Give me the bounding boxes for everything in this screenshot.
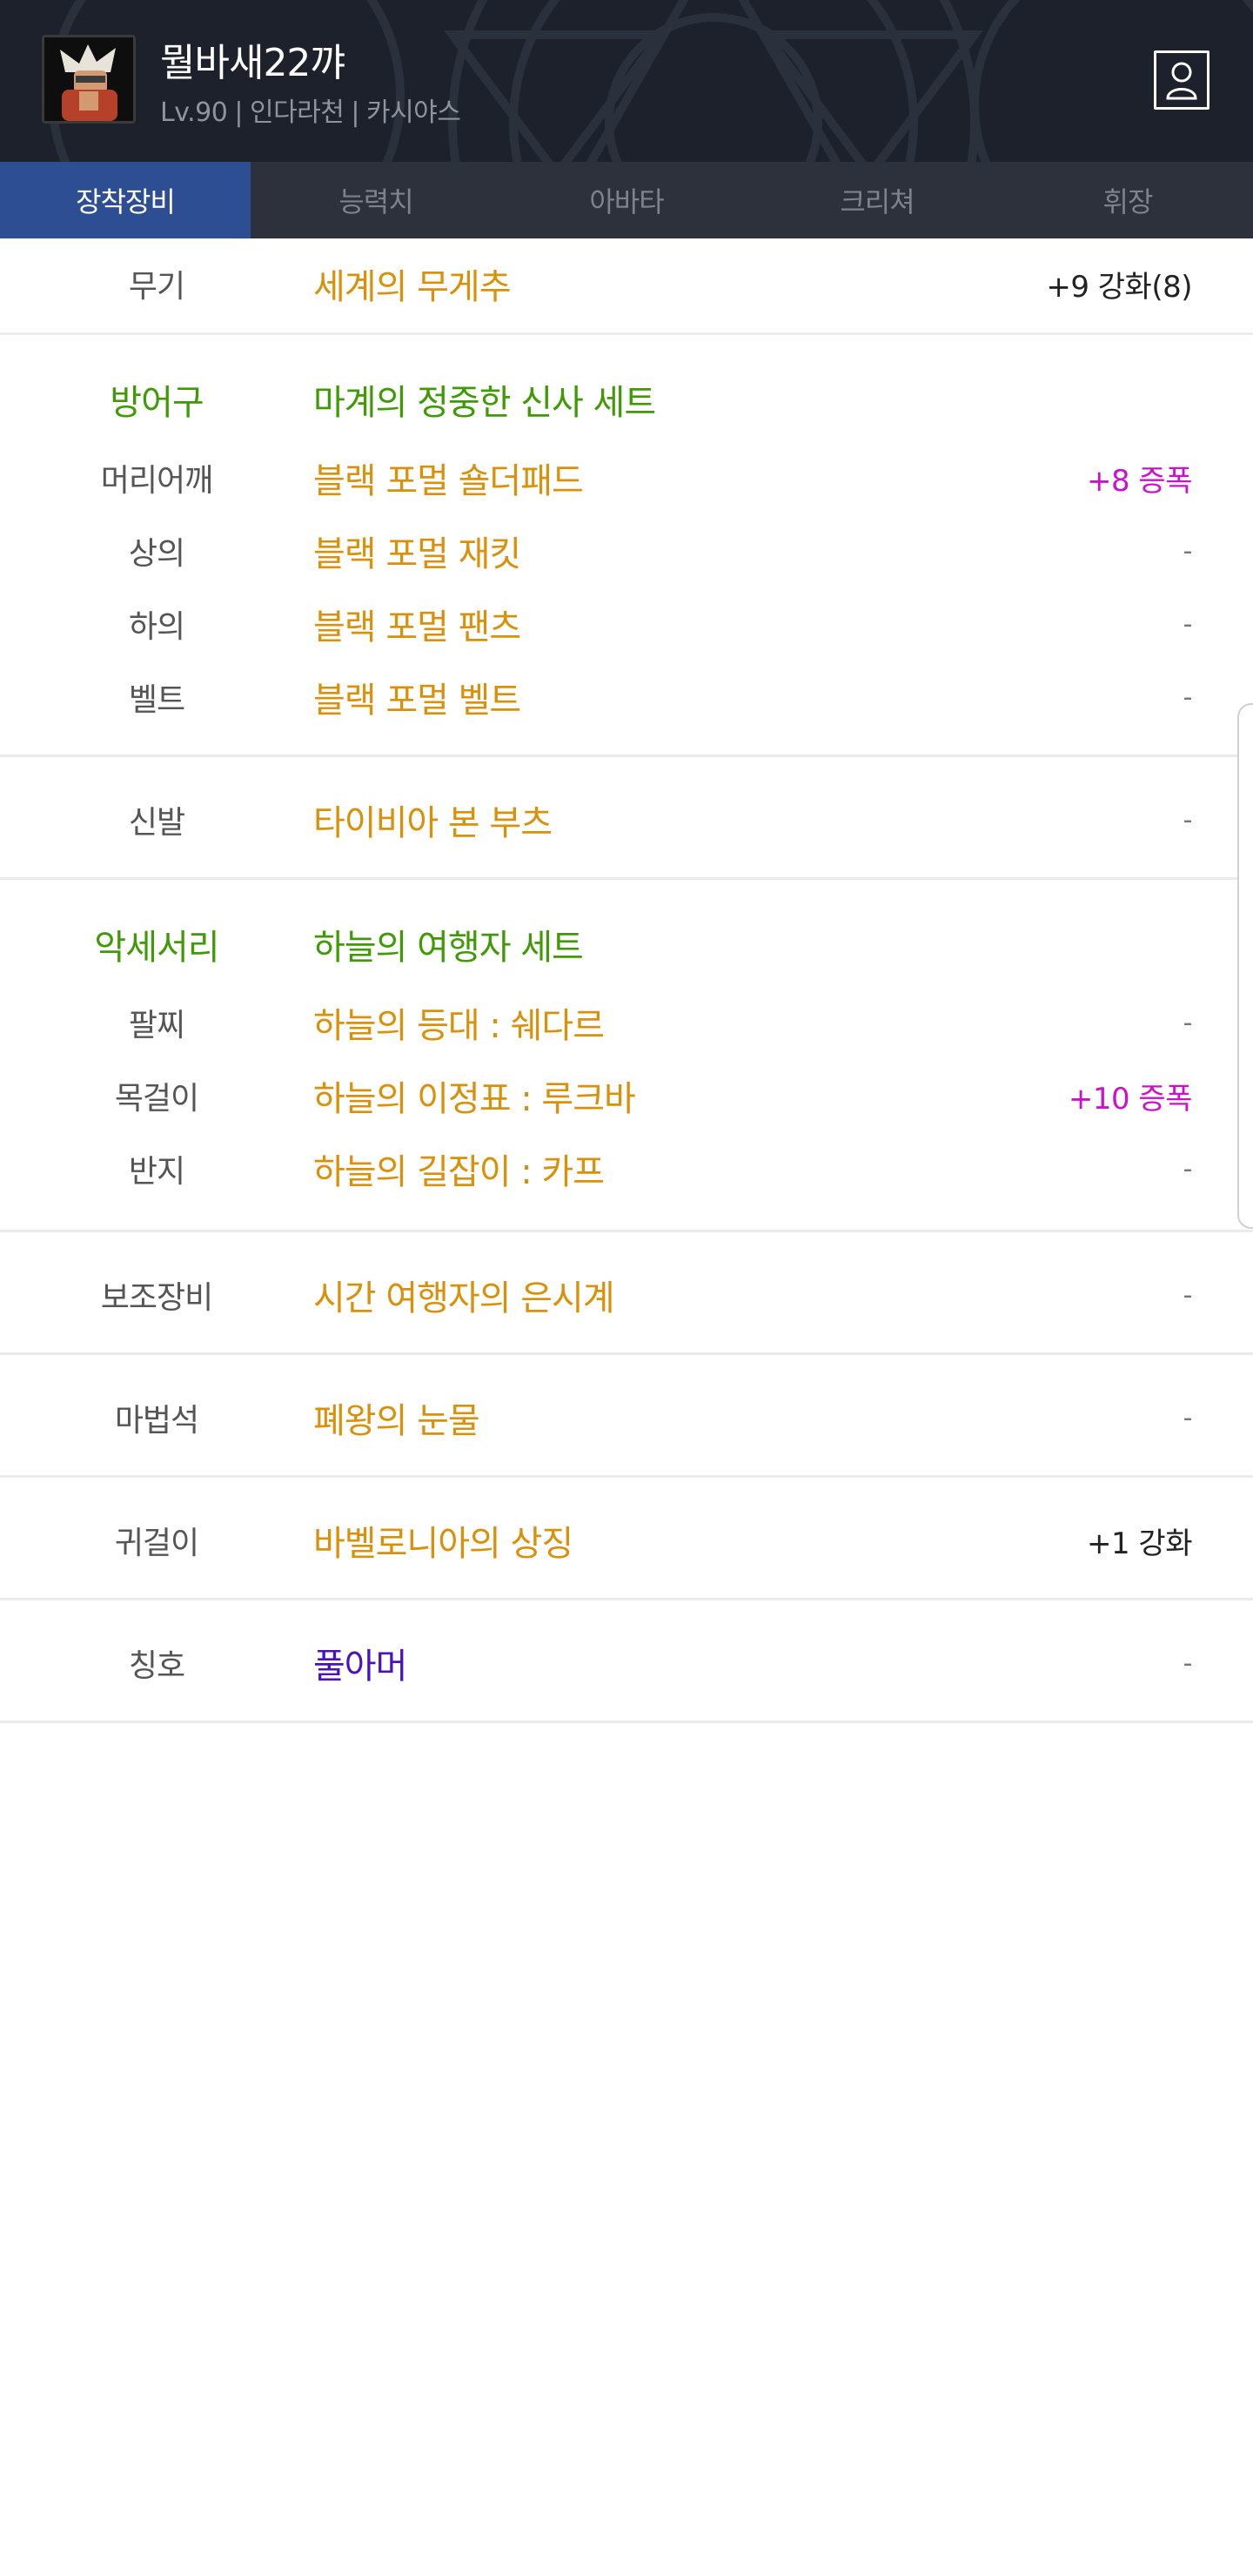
slot-label: 반지 bbox=[128, 1154, 185, 1190]
slot-label: 보조장비 bbox=[100, 1280, 213, 1316]
character-server: 카시야스 bbox=[365, 97, 461, 128]
equipment-row-sub[interactable]: 보조장비 시간 여행자의 은시계 - bbox=[0, 1258, 1253, 1332]
slot-label: 벨트 bbox=[128, 682, 185, 718]
slot-label: 팔찌 bbox=[128, 1008, 185, 1043]
amplify-value: +10 증폭 bbox=[1068, 1081, 1193, 1117]
enhancement-value: - bbox=[1183, 1402, 1193, 1433]
enhancement-value: +1 강화 bbox=[1087, 1526, 1193, 1561]
slot-label: 목걸이 bbox=[114, 1081, 199, 1117]
weapon-section: 무기 세계의 무게추 +9 강화(8) bbox=[0, 238, 1253, 335]
enhancement-value: - bbox=[1183, 804, 1193, 835]
person-icon bbox=[1166, 62, 1197, 100]
item-name: 하늘의 등대 : 쉐다르 bbox=[313, 1006, 605, 1046]
set-name: 마계의 정중한 신사 세트 bbox=[313, 383, 656, 423]
enhancement-value: - bbox=[1183, 681, 1193, 713]
tab-avatar[interactable]: 아바타 bbox=[501, 162, 752, 238]
item-name: 시간 여행자의 은시계 bbox=[313, 1278, 615, 1318]
character-name: 뭘바새22꺄 bbox=[160, 41, 345, 85]
enhancement-value: - bbox=[1183, 1007, 1193, 1038]
item-name: 블랙 포멀 숄더패드 bbox=[313, 461, 584, 501]
enhancement-value: +9 강화(8) bbox=[1046, 269, 1192, 305]
enhancement-value: - bbox=[1183, 1279, 1193, 1311]
item-name: 타이비아 본 부츠 bbox=[313, 803, 553, 843]
accessory-section: 악세서리 하늘의 여행자 세트 팔찌 하늘의 등대 : 쉐다르 - 목걸이 하늘… bbox=[0, 880, 1253, 1232]
tab-bar: 장착장비 능력치 아바타 크리쳐 휘장 bbox=[0, 162, 1253, 238]
item-name: 하늘의 이정표 : 루크바 bbox=[313, 1079, 636, 1119]
tab-creature[interactable]: 크리쳐 bbox=[752, 162, 1002, 238]
equipment-row-top[interactable]: 상의 블랙 포멀 재킷 - bbox=[0, 514, 1253, 587]
character-level: Lv.90 bbox=[160, 97, 228, 128]
character-avatar bbox=[42, 35, 136, 124]
earring-section: 귀걸이 바벨로니아의 상징 +1 강화 bbox=[0, 1478, 1253, 1600]
item-name: 바벨로니아의 상징 bbox=[313, 1524, 573, 1564]
item-name: 블랙 포멀 벨트 bbox=[313, 681, 521, 721]
slot-label: 악세서리 bbox=[94, 928, 219, 968]
edge-panel-handle[interactable] bbox=[1237, 703, 1253, 1229]
item-name: 블랙 포멀 팬츠 bbox=[313, 607, 521, 647]
enhancement-value: - bbox=[1183, 1647, 1193, 1679]
profile-button[interactable] bbox=[1154, 50, 1209, 110]
equipment-row-belt[interactable]: 벨트 블랙 포멀 벨트 - bbox=[0, 661, 1253, 734]
equipment-row-title[interactable]: 칭호 풀아머 - bbox=[0, 1627, 1253, 1700]
equipment-row-bottom[interactable]: 하의 블랙 포멀 팬츠 - bbox=[0, 587, 1253, 661]
slot-label: 하의 bbox=[128, 609, 185, 645]
info-separator: | bbox=[234, 97, 243, 128]
equipment-row-shoulder[interactable]: 머리어깨 블랙 포멀 숄더패드 +8 증폭 bbox=[0, 441, 1253, 514]
tab-emblem[interactable]: 휘장 bbox=[1002, 162, 1253, 238]
sub-equipment-section: 보조장비 시간 여행자의 은시계 - bbox=[0, 1232, 1253, 1355]
magic-stone-section: 마법석 폐왕의 눈물 - bbox=[0, 1355, 1253, 1478]
equipment-row-ring[interactable]: 반지 하늘의 길잡이 : 카프 - bbox=[0, 1132, 1253, 1205]
slot-label: 상의 bbox=[128, 536, 185, 572]
armor-section: 방어구 마계의 정중한 신사 세트 머리어깨 블랙 포멀 숄더패드 +8 증폭 … bbox=[0, 335, 1253, 757]
tab-equipment[interactable]: 장착장비 bbox=[0, 162, 251, 238]
equipment-row-weapon[interactable]: 무기 세계의 무게추 +9 강화(8) bbox=[0, 247, 1253, 320]
slot-label: 무기 bbox=[128, 269, 185, 305]
slot-label: 칭호 bbox=[128, 1648, 185, 1684]
item-name: 하늘의 길잡이 : 카프 bbox=[313, 1152, 605, 1192]
set-header-accessory: 악세서리 하늘의 여행자 세트 bbox=[0, 902, 1253, 986]
item-name: 세계의 무게추 bbox=[313, 267, 512, 307]
equipment-row-bracelet[interactable]: 팔찌 하늘의 등대 : 쉐다르 - bbox=[0, 986, 1253, 1059]
set-header-armor: 방어구 마계의 정중한 신사 세트 bbox=[0, 358, 1253, 441]
set-name: 하늘의 여행자 세트 bbox=[313, 928, 584, 968]
amplify-value: +8 증폭 bbox=[1087, 463, 1193, 499]
equipment-row-magic-stone[interactable]: 마법석 폐왕의 눈물 - bbox=[0, 1381, 1253, 1454]
slot-label: 귀걸이 bbox=[114, 1526, 199, 1561]
title-section: 칭호 풀아머 - bbox=[0, 1600, 1253, 1723]
tab-stats[interactable]: 능력치 bbox=[251, 162, 501, 238]
item-name: 풀아머 bbox=[313, 1647, 407, 1687]
shoes-section: 신발 타이비아 본 부츠 - bbox=[0, 757, 1253, 880]
item-name: 폐왕의 눈물 bbox=[313, 1401, 480, 1441]
equipment-row-necklace[interactable]: 목걸이 하늘의 이정표 : 루크바 +10 증폭 bbox=[0, 1059, 1253, 1132]
item-name: 블랙 포멀 재킷 bbox=[313, 534, 521, 574]
character-header: 뭘바새22꺄 Lv.90 | 인다라천 | 카시야스 bbox=[0, 0, 1253, 162]
slot-label: 방어구 bbox=[110, 383, 204, 423]
slot-label: 신발 bbox=[128, 805, 185, 841]
character-job: 인다라천 bbox=[249, 97, 345, 128]
equipment-row-shoes[interactable]: 신발 타이비아 본 부츠 - bbox=[0, 783, 1253, 856]
equipment-row-earring[interactable]: 귀걸이 바벨로니아의 상징 +1 강화 bbox=[0, 1504, 1253, 1577]
enhancement-value: - bbox=[1183, 1153, 1193, 1184]
character-info: Lv.90 | 인다라천 | 카시야스 bbox=[160, 91, 461, 129]
slot-label: 머리어깨 bbox=[100, 463, 213, 499]
enhancement-value: - bbox=[1183, 608, 1193, 640]
slot-label: 마법석 bbox=[114, 1403, 199, 1439]
info-separator: | bbox=[351, 97, 359, 128]
enhancement-value: - bbox=[1183, 535, 1193, 567]
